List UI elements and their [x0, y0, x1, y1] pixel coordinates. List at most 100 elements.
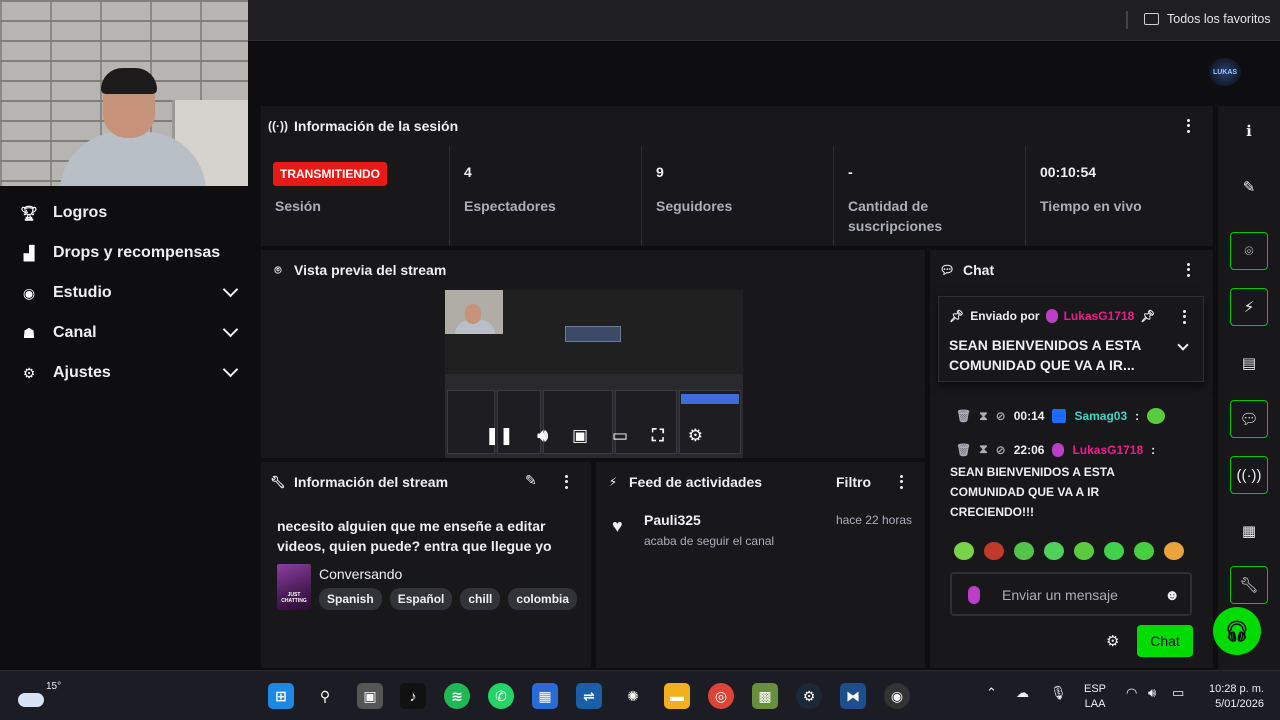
- sidebar-item-estudio[interactable]: ◉ Estudio: [20, 278, 240, 308]
- emote-icon[interactable]: [984, 542, 1004, 560]
- feed-timestamp: hace 22 horas: [835, 513, 912, 527]
- stat-live-time: 00:10:54 Tiempo en vivo: [1025, 146, 1213, 246]
- sidebar-item-logros[interactable]: 🏆︎ Logros: [20, 198, 240, 228]
- tag-chip[interactable]: Spanish: [319, 588, 382, 610]
- stat-followers: 9 Seguidores: [641, 146, 833, 246]
- lightning-icon[interactable]: ⚡︎: [1230, 288, 1268, 326]
- minecraft-icon[interactable]: ▩: [752, 683, 778, 709]
- clip-icon[interactable]: ▭: [612, 426, 628, 446]
- sidebar-item-drops[interactable]: ▟ Drops y recompensas: [20, 238, 240, 268]
- edit-icon[interactable]: ✎: [1230, 168, 1268, 206]
- more-options-icon[interactable]: [1177, 309, 1191, 325]
- whatsapp-icon[interactable]: ✆: [488, 683, 514, 709]
- timeout-icon[interactable]: ⧗: [979, 409, 987, 424]
- more-options-icon[interactable]: [894, 474, 908, 490]
- all-bookmarks-button[interactable]: Todos los favoritos: [1144, 12, 1271, 26]
- ban-icon[interactable]: ⊘: [996, 409, 1006, 423]
- battery-icon[interactable]: ▭: [1172, 685, 1184, 701]
- chat-bubble-icon: 💬︎: [939, 263, 955, 277]
- windows-start-icon[interactable]: ⊞: [268, 683, 294, 709]
- microphone-icon[interactable]: 🎙︎: [1050, 685, 1067, 701]
- stat-value: -: [848, 164, 853, 180]
- message-separator: :: [1151, 442, 1156, 457]
- sidebar-item-canal[interactable]: ☗ Canal: [20, 318, 240, 348]
- tag-chip[interactable]: Español: [389, 588, 453, 610]
- chatgpt-icon[interactable]: ✺: [620, 683, 646, 709]
- theatre-mode-icon[interactable]: ▣: [572, 426, 588, 446]
- pinned-message-text: SEAN BIENVENIDOS A ESTA COMUNIDAD QUE VA…: [949, 337, 1141, 373]
- stream-preview-player[interactable]: ❚❚ 🔊︎ ▣ ▭ ⛶ ⚙: [445, 290, 743, 458]
- emoji-icon[interactable]: ☻: [1164, 587, 1180, 604]
- system-clock[interactable]: 10:28 p. m. 5/01/2026: [1204, 682, 1264, 712]
- tag-chip[interactable]: chill: [460, 588, 501, 610]
- headset-help-icon[interactable]: 🎧︎: [1213, 607, 1261, 655]
- steam-icon[interactable]: ⚙: [796, 683, 822, 709]
- pinned-username[interactable]: LukasG1718: [1064, 309, 1135, 323]
- message-username[interactable]: Samag03: [1074, 409, 1127, 423]
- spotify-icon[interactable]: ≋: [444, 683, 470, 709]
- obs-icon[interactable]: ◉: [884, 683, 910, 709]
- wifi-icon[interactable]: ◠: [1126, 685, 1137, 701]
- fullscreen-icon[interactable]: ⛶: [652, 426, 664, 446]
- capcut-icon[interactable]: ⧓: [840, 683, 866, 709]
- sidebar-item-ajustes[interactable]: ⚙ Ajustes: [20, 358, 240, 388]
- volume-icon[interactable]: 🔊︎: [1148, 685, 1156, 701]
- channel-icon: ☗: [22, 324, 36, 341]
- chat-settings-icon[interactable]: ⚙: [1106, 632, 1119, 650]
- capture-icon[interactable]: ⌾: [1230, 232, 1268, 270]
- chevron-up-icon[interactable]: ⌃: [986, 685, 997, 701]
- emote-icon[interactable]: [1074, 542, 1094, 560]
- send-chat-button[interactable]: Chat: [1137, 625, 1193, 657]
- emote-icon[interactable]: [1104, 542, 1124, 560]
- chat-message-input[interactable]: Enviar un mensaje ☻: [950, 572, 1192, 616]
- chat-card: 💬︎ Chat 📌︎ Enviado por LukasG1718 📌︎ SEA…: [930, 250, 1213, 668]
- file-explorer-icon[interactable]: ▬: [664, 683, 690, 709]
- stream-info-header: 🔧︎ Información del stream: [270, 474, 448, 490]
- broadcast-icon[interactable]: ((·)): [1230, 456, 1268, 494]
- emote-icon[interactable]: [1164, 542, 1184, 560]
- volume-icon[interactable]: 🔊︎: [537, 426, 548, 446]
- emote-icon[interactable]: [1014, 542, 1034, 560]
- ban-icon[interactable]: ⊘: [996, 443, 1006, 457]
- more-options-icon[interactable]: [559, 474, 573, 490]
- chrome-icon[interactable]: ◎: [708, 683, 734, 709]
- video-producer-icon[interactable]: ▦: [1230, 512, 1268, 550]
- stream-preview-card: ⌾ Vista previa del stream ❚❚ 🔊︎ ▣ ▭ ⛶ ⚙: [261, 250, 925, 458]
- message-username[interactable]: LukasG1718: [1072, 443, 1143, 457]
- notes-icon[interactable]: ▤: [1230, 344, 1268, 382]
- weather-widget[interactable]: 15°: [18, 681, 61, 707]
- tiktok-icon[interactable]: ♪: [400, 683, 426, 709]
- gear-icon: ⚙: [22, 364, 36, 381]
- timeout-icon[interactable]: ⧗: [979, 442, 987, 457]
- info-icon[interactable]: ℹ: [1230, 112, 1268, 150]
- chat-bubble-icon[interactable]: 💬︎: [1230, 400, 1268, 438]
- stat-value: 4: [464, 164, 472, 180]
- emote-icon[interactable]: [1044, 542, 1064, 560]
- edit-pencil-icon[interactable]: ✎: [525, 472, 537, 489]
- pinned-message[interactable]: 📌︎ Enviado por LukasG1718 📌︎ SEAN BIENVE…: [938, 296, 1204, 382]
- task-view-icon[interactable]: ▣: [357, 683, 383, 709]
- heart-icon: ♥: [612, 516, 623, 536]
- category-name[interactable]: Conversando: [319, 566, 402, 582]
- delete-icon[interactable]: 🗑︎: [956, 409, 971, 423]
- pause-icon[interactable]: ❚❚: [485, 426, 514, 446]
- remote-desktop-icon[interactable]: ⇌: [576, 683, 602, 709]
- settings-icon[interactable]: ⚙: [688, 426, 703, 446]
- tag-chip[interactable]: colombia: [508, 588, 578, 610]
- search-icon[interactable]: ⚲: [312, 683, 338, 709]
- emote-icon[interactable]: [954, 542, 974, 560]
- delete-icon[interactable]: 🗑︎: [956, 443, 971, 457]
- chat-input-placeholder: Enviar un mensaje: [1002, 587, 1118, 603]
- filter-button[interactable]: Filtro: [836, 474, 871, 490]
- channel-avatar[interactable]: LUKAS: [1209, 58, 1241, 86]
- cloud-sync-icon[interactable]: ☁: [1016, 685, 1029, 701]
- feed-username[interactable]: Pauli325: [644, 512, 701, 528]
- wrench-icon[interactable]: 🔧︎: [1230, 566, 1268, 604]
- chevron-down-icon[interactable]: [1177, 339, 1189, 351]
- pinned-by-label: Enviado por: [970, 309, 1040, 323]
- store-icon[interactable]: ▦: [532, 683, 558, 709]
- language-indicator[interactable]: ESP LAA: [1084, 682, 1106, 712]
- more-options-icon[interactable]: [1181, 118, 1195, 134]
- more-options-icon[interactable]: [1181, 262, 1195, 278]
- emote-icon[interactable]: [1134, 542, 1154, 560]
